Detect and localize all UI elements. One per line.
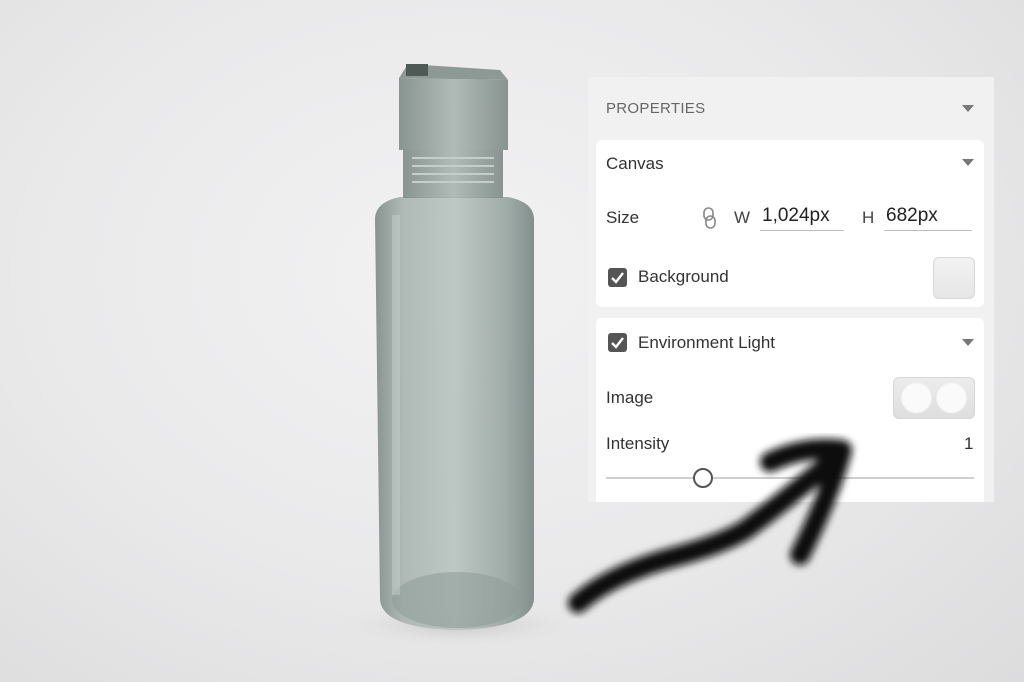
- environment-light-title: Environment Light: [638, 333, 776, 352]
- size-label: Size: [606, 208, 640, 227]
- background-label: Background: [638, 267, 729, 286]
- height-letter: H: [862, 208, 875, 227]
- intensity-value[interactable]: 1: [964, 434, 973, 454]
- canvas-section-title: Canvas: [606, 154, 664, 173]
- chevron-down-icon[interactable]: [962, 159, 974, 166]
- environment-light-checkbox[interactable]: [608, 333, 627, 352]
- properties-panel: PROPERTIES Canvas Size W 1,024px H 682px: [588, 77, 994, 502]
- intensity-label: Intensity: [606, 434, 670, 453]
- panel-title: PROPERTIES: [606, 100, 706, 117]
- width-field[interactable]: 1,024px: [760, 204, 844, 231]
- chevron-down-icon[interactable]: [962, 339, 974, 346]
- canvas-section: Canvas Size W 1,024px H 682px Background: [596, 140, 984, 307]
- background-checkbox[interactable]: [608, 268, 627, 287]
- checkbox-checked-icon: [611, 272, 624, 284]
- chevron-down-icon[interactable]: [962, 105, 974, 112]
- height-field[interactable]: 682px: [884, 204, 972, 231]
- canvas-viewport[interactable]: PROPERTIES Canvas Size W 1,024px H 682px: [0, 0, 1024, 682]
- checkbox-checked-icon: [611, 337, 624, 349]
- background-color-swatch[interactable]: [933, 257, 975, 299]
- width-letter: W: [734, 208, 751, 227]
- properties-header[interactable]: PROPERTIES: [588, 77, 994, 139]
- link-icon[interactable]: [702, 206, 716, 235]
- intensity-slider-track[interactable]: [606, 477, 974, 479]
- environment-light-section: Environment Light Image Intensity 1: [596, 318, 984, 502]
- image-label: Image: [606, 388, 654, 407]
- intensity-slider-thumb[interactable]: [693, 468, 713, 488]
- environment-image-thumbnail[interactable]: [893, 377, 975, 419]
